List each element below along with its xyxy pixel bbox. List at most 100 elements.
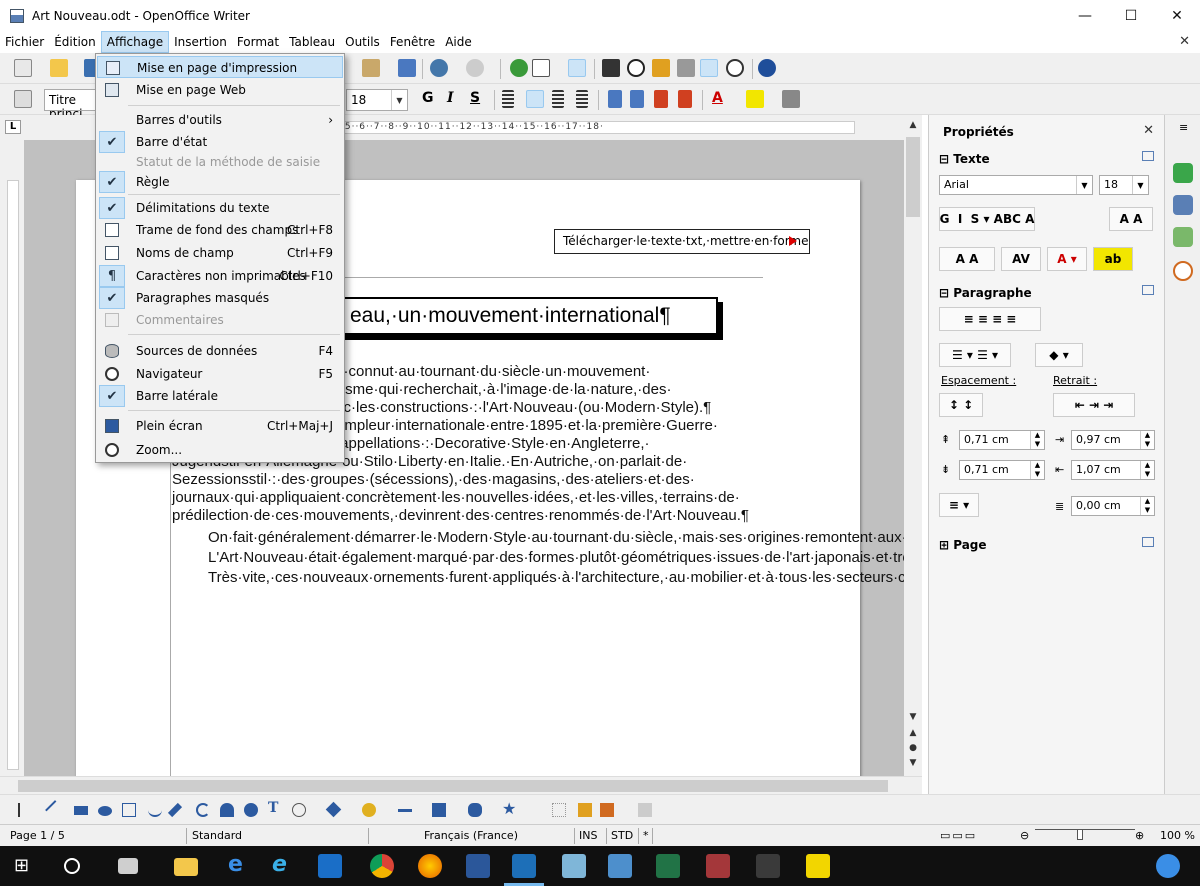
page-section-header[interactable]: ⊞ Page [939,538,987,552]
menu-item-sidebar[interactable]: ✔ Barre latérale [97,385,343,407]
grow-shrink-font-group[interactable]: A A [939,247,995,271]
align-center-icon[interactable] [526,90,544,108]
scroll-down-icon[interactable]: ▼ [906,711,920,723]
task-view-icon[interactable] [118,858,138,874]
menu-format[interactable]: Format [232,31,284,53]
minimize-button[interactable]: — [1062,0,1108,31]
line-spacing-icon[interactable]: ≡ ▾ [939,493,979,517]
menu-item-field-names[interactable]: Noms de champ Ctrl+F9 [97,242,343,264]
spacing-below-field[interactable]: 0,71 cm ▲ ▼ [959,460,1045,480]
sidebar-menu-icon[interactable]: ≡ [1179,121,1188,134]
block-arrows-icon[interactable] [398,809,412,823]
maximize-button[interactable]: ☐ [1108,0,1154,31]
rectangle-icon[interactable] [74,806,88,815]
table-icon[interactable] [532,59,550,77]
stars-icon[interactable]: ★ [502,799,516,818]
data-sources-icon[interactable] [677,59,695,77]
menu-item-navigator[interactable]: Navigateur F5 [97,363,343,385]
menu-fenetre[interactable]: Fenêtre [385,31,440,53]
zoom-in-icon[interactable]: ⊕ [1135,829,1144,842]
new-document-icon[interactable] [14,59,32,77]
menu-insertion[interactable]: Insertion [169,31,232,53]
redo-icon[interactable] [466,59,484,77]
tab-stop-selector[interactable]: L [5,120,21,134]
spin-icon[interactable]: ▲ ▼ [1030,431,1044,449]
sidebar-close-icon[interactable]: ✕ [1143,123,1154,138]
search-icon[interactable] [64,858,80,874]
spin-icon[interactable]: ▲ ▼ [1140,461,1154,479]
menu-item-print-layout[interactable]: Mise en page d'impression [97,56,343,78]
previous-page-icon[interactable]: ▲ [906,727,920,739]
zoom-level[interactable]: 100 % [1160,829,1195,842]
increase-indent-icon[interactable] [678,90,692,108]
font-color-icon[interactable]: A ▾ [1047,247,1087,271]
openoffice-icon[interactable] [512,854,536,878]
excel-icon[interactable] [656,854,680,878]
curve-icon[interactable] [148,803,162,817]
scrollbar-thumb[interactable] [906,137,920,217]
menu-item-status-bar[interactable]: ✔ Barre d'état [97,131,343,153]
chevron-down-icon[interactable]: ▼ [391,90,407,110]
help-icon[interactable] [758,59,776,77]
file-explorer-icon[interactable] [174,858,198,876]
undo-icon[interactable] [430,59,448,77]
callout-icon[interactable] [292,803,306,817]
chevron-down-icon[interactable]: ▼ [1132,176,1148,194]
menu-fichier[interactable]: Fichier [0,31,49,53]
navigator-tab-icon[interactable] [1173,261,1193,281]
page-style[interactable]: Standard [192,829,242,842]
menu-item-text-boundaries[interactable]: ✔ Délimitations du texte [97,197,343,219]
first-line-field[interactable]: 0,00 cm ▲ ▼ [1071,496,1155,516]
spin-icon[interactable]: ▲ ▼ [1140,431,1154,449]
circle-icon[interactable] [244,803,258,817]
text-section-header[interactable]: ⊟ Texte [939,152,990,166]
vertical-scrollbar[interactable]: ▲ ▼ ▲ ● ▼ [904,115,922,776]
symbol-shapes-icon[interactable] [362,803,376,817]
menu-item-toolbars[interactable]: Barres d'outils › [97,109,343,131]
text-attributes-group[interactable]: G I S ▾ ABC A [939,207,1035,231]
start-icon[interactable]: ⊞ [14,856,29,876]
navigation-icon[interactable]: ● [906,742,920,754]
menu-affichage[interactable]: Affichage [100,31,170,53]
superscript-subscript-group[interactable]: A A [1109,207,1153,231]
language[interactable]: Français (France) [424,829,518,842]
horizontal-scrollbar[interactable] [0,776,922,794]
find-replace-icon[interactable] [602,59,620,77]
more-options-icon[interactable] [1142,537,1154,547]
view-layout-icons[interactable]: ▭▭▭ [940,829,977,842]
underline-icon[interactable]: S [470,90,480,106]
bullets-icon[interactable] [630,90,644,108]
font-size-combo[interactable]: 18 ▼ [1099,175,1149,195]
indent-before-field[interactable]: 0,97 cm ▲ ▼ [1071,430,1155,450]
text-box[interactable]: Télécharger·le·texte·txt,·mettre·en·form… [554,229,810,254]
writer-taskbar-icon[interactable] [562,854,586,878]
ellipse-icon[interactable] [98,806,112,816]
decrease-indent-icon[interactable] [654,90,668,108]
misc-app-icon[interactable] [756,854,780,878]
menu-edition[interactable]: Édition [49,31,101,53]
open-folder-icon[interactable] [50,59,68,77]
vertical-ruler[interactable] [0,140,24,776]
background-color-icon[interactable] [782,90,800,108]
help-tray-icon[interactable] [1156,854,1180,878]
from-file-icon[interactable] [600,803,614,817]
menu-item-nonprinting-chars[interactable]: ¶ Caractères non imprimables Ctrl+F10 [97,265,343,287]
select-arrow-icon[interactable] [18,803,32,817]
sticky-notes-icon[interactable] [806,854,830,878]
polygon-icon[interactable] [122,803,136,817]
alignment-group[interactable]: ≡ ≡ ≡ ≡ [939,307,1041,331]
align-right-icon[interactable] [552,90,564,108]
spacing-icon[interactable]: AV [1001,247,1041,271]
outlook-icon[interactable] [318,854,342,878]
hyperlink-icon[interactable] [510,59,528,77]
callouts-icon[interactable] [468,803,482,817]
font-color-icon[interactable]: A [712,90,723,106]
firefox-icon[interactable] [418,854,442,878]
close-button[interactable]: ✕ [1154,0,1200,31]
indent-buttons[interactable]: ⇤ ⇥ ⇥ [1053,393,1135,417]
clone-format-icon[interactable] [398,59,416,77]
paragraph-fill-icon[interactable]: ◆ ▾ [1035,343,1083,367]
edge-icon[interactable]: e [228,852,243,877]
flowchart-icon[interactable] [432,803,446,817]
paint-icon[interactable] [608,854,632,878]
